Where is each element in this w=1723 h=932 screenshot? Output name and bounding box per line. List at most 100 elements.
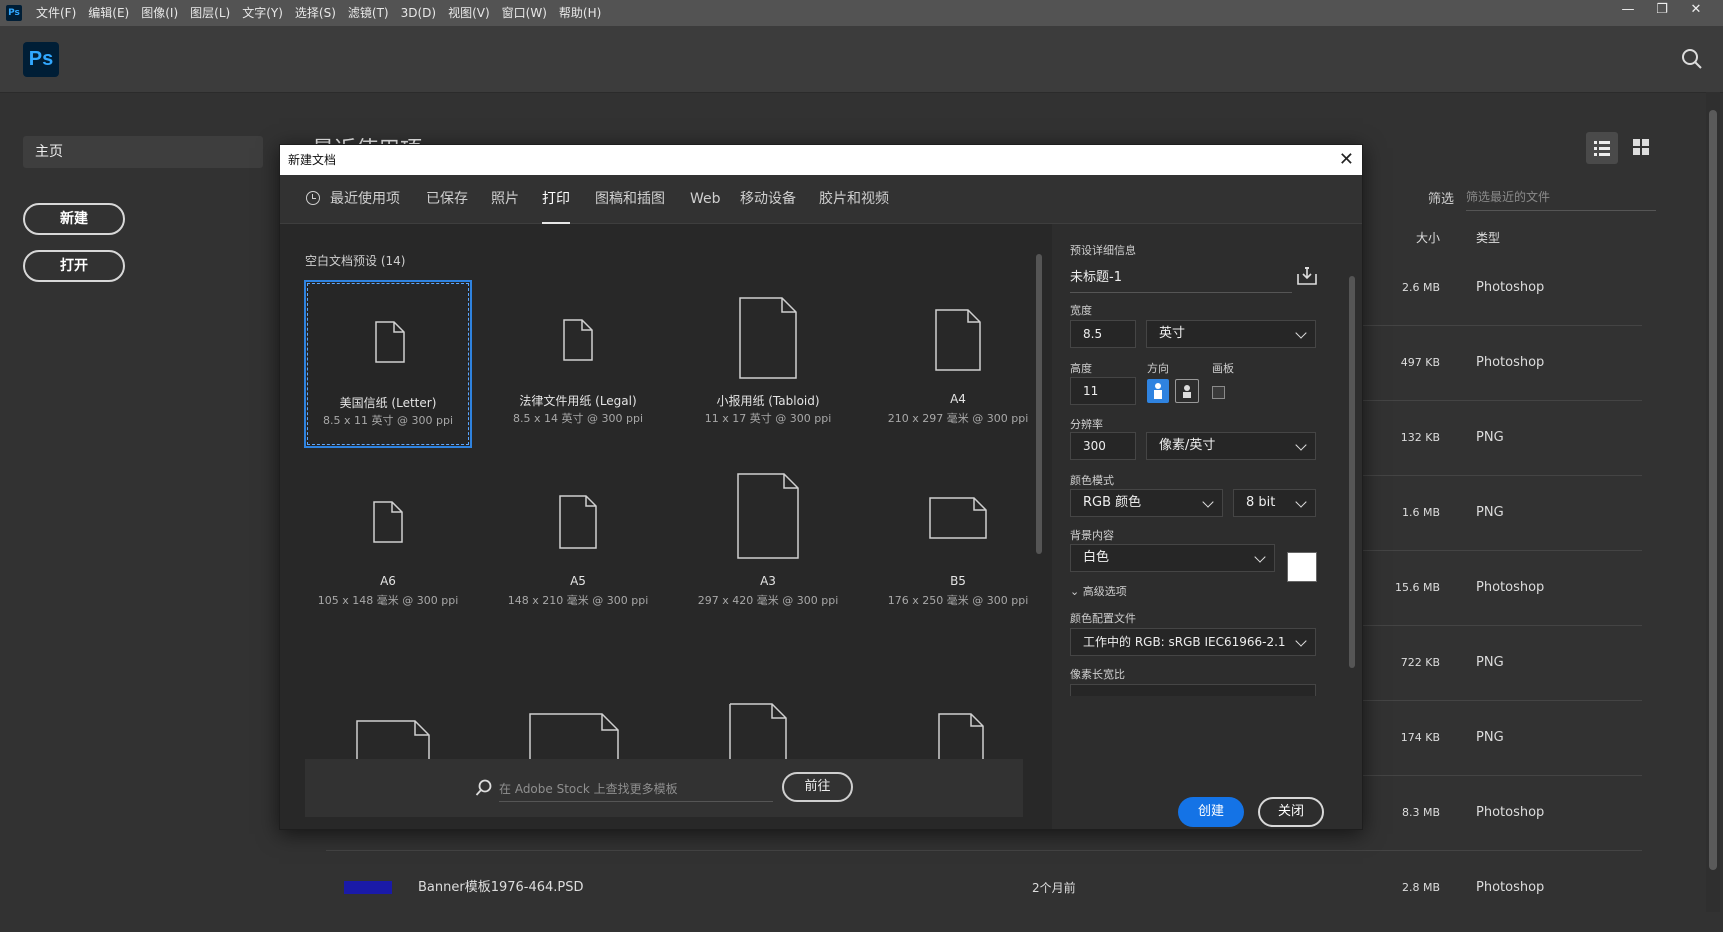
preset-a4[interactable]: A4 210 x 297 毫米 @ 300 ppi — [874, 280, 1042, 448]
menu-filter[interactable]: 滤镜(T) — [348, 0, 389, 26]
clock-icon — [306, 191, 320, 205]
presets-scrollbar[interactable] — [1033, 242, 1045, 742]
presets-panel: 空白文档预设 (14) 美国信纸 (Letter) 8.5 x 11 英寸 @ … — [280, 224, 1052, 829]
tab-saved[interactable]: 已保存 — [426, 175, 468, 223]
filter-input[interactable]: 筛选最近的文件 — [1466, 186, 1656, 211]
preset-name: 法律文件用纸 (Legal) — [519, 394, 637, 408]
document-icon — [559, 495, 597, 549]
portrait-orientation-icon[interactable] — [1147, 379, 1169, 403]
tab-photo[interactable]: 照片 — [491, 175, 519, 223]
file-size: 2.8 MB — [1401, 881, 1440, 894]
file-size: 2.6 MB — [1401, 281, 1440, 294]
preset-letter[interactable]: 美国信纸 (Letter) 8.5 x 11 英寸 @ 300 ppi — [304, 280, 472, 448]
close-button[interactable]: 关闭 — [1258, 797, 1324, 827]
width-input[interactable]: 8.5 — [1070, 320, 1136, 348]
document-icon — [563, 319, 593, 361]
preset-name: A4 — [950, 392, 966, 406]
menu-layer[interactable]: 图层(L) — [190, 0, 230, 26]
document-icon — [739, 297, 797, 379]
new-document-dialog: 新建文档 ✕ 最近使用项 已保存 照片 打印 图稿和插图 Web 移动设备 胶片… — [279, 144, 1363, 830]
background-select[interactable]: 白色 — [1070, 544, 1275, 572]
preset-name: B5 — [950, 574, 966, 588]
table-row[interactable]: Banner模板1976-464.PSD 2个月前 2.8 MB Photosh… — [326, 851, 1642, 925]
tab-recent[interactable]: 最近使用项 — [330, 175, 400, 223]
tab-web[interactable]: Web — [690, 175, 721, 223]
width-label: 宽度 — [1070, 304, 1092, 317]
new-button[interactable]: 新建 — [23, 203, 125, 235]
document-icon — [935, 309, 981, 371]
file-type: Photoshop — [1476, 280, 1545, 295]
menu-help[interactable]: 帮助(H) — [559, 0, 601, 26]
file-size: 132 KB — [1400, 431, 1440, 444]
tab-print[interactable]: 打印 — [542, 175, 570, 224]
height-label: 高度 — [1070, 362, 1092, 375]
advanced-options-toggle[interactable]: ⌄ 高级选项 — [1070, 583, 1127, 599]
filter-label: 筛选 — [1428, 192, 1455, 207]
grid-view-icon[interactable] — [1632, 138, 1650, 160]
color-mode-select[interactable]: RGB 颜色 — [1070, 489, 1223, 517]
document-name-input[interactable]: 未标题-1 — [1070, 264, 1292, 293]
close-window-icon[interactable]: ✕ — [1679, 0, 1713, 26]
close-icon[interactable]: ✕ — [1339, 145, 1354, 175]
file-type: Photoshop — [1476, 355, 1545, 370]
file-type: PNG — [1476, 505, 1504, 520]
details-scrollbar[interactable] — [1346, 264, 1358, 694]
tab-film-video[interactable]: 胶片和视频 — [819, 175, 889, 223]
resolution-input[interactable]: 300 — [1070, 432, 1136, 460]
open-button[interactable]: 打开 — [23, 250, 125, 282]
preset-dimensions: 8.5 x 14 英寸 @ 300 ppi — [513, 412, 643, 425]
orientation-label: 方向 — [1147, 362, 1169, 375]
preset-a3[interactable]: A3 297 x 420 毫米 @ 300 ppi — [684, 462, 852, 630]
background-label: 背景内容 — [1070, 529, 1114, 542]
column-header-size[interactable]: 大小 — [1416, 229, 1440, 246]
preset-legal[interactable]: 法律文件用纸 (Legal) 8.5 x 14 英寸 @ 300 ppi — [494, 280, 662, 448]
artboard-checkbox[interactable] — [1212, 386, 1225, 399]
tab-art-illustration[interactable]: 图稿和插图 — [595, 175, 665, 223]
column-header-type[interactable]: 类型 — [1476, 229, 1500, 246]
menu-type[interactable]: 文字(Y) — [242, 0, 283, 26]
menu-image[interactable]: 图像(I) — [141, 0, 178, 26]
landscape-orientation-icon[interactable] — [1175, 379, 1199, 403]
search-icon[interactable] — [1681, 48, 1703, 74]
resolution-unit-select[interactable]: 像素/英寸 — [1146, 432, 1316, 460]
preset-tabloid[interactable]: 小报用纸 (Tabloid) 11 x 17 英寸 @ 300 ppi — [684, 280, 852, 448]
bit-depth-select[interactable]: 8 bit — [1233, 489, 1316, 517]
nav-home[interactable]: 主页 — [23, 136, 263, 168]
preset-b5[interactable]: B5 176 x 250 毫米 @ 300 ppi — [874, 462, 1042, 630]
chevron-down-icon — [1295, 327, 1307, 339]
stock-search-input[interactable]: 在 Adobe Stock 上查找更多模板 — [499, 779, 773, 802]
background-color-swatch[interactable] — [1287, 552, 1317, 582]
width-unit-select[interactable]: 英寸 — [1146, 320, 1316, 348]
menu-3d[interactable]: 3D(D) — [401, 0, 436, 26]
save-preset-icon[interactable] — [1296, 266, 1318, 290]
tab-mobile[interactable]: 移动设备 — [740, 175, 796, 223]
menu-view[interactable]: 视图(V) — [448, 0, 490, 26]
pixel-aspect-select[interactable] — [1070, 684, 1316, 696]
file-type: Photoshop — [1476, 580, 1545, 595]
file-size: 15.6 MB — [1394, 581, 1440, 594]
main-scrollbar[interactable] — [1706, 92, 1720, 912]
list-view-icon[interactable] — [1586, 132, 1618, 164]
menu-edit[interactable]: 编辑(E) — [88, 0, 129, 26]
menu-select[interactable]: 选择(S) — [295, 0, 336, 26]
maximize-icon[interactable]: ❐ — [1645, 0, 1679, 26]
document-icon — [373, 501, 403, 543]
preset-name: A5 — [570, 574, 586, 588]
chevron-down-icon — [1254, 551, 1266, 563]
go-button[interactable]: 前往 — [782, 772, 853, 802]
file-size: 8.3 MB — [1401, 806, 1440, 819]
preset-a5[interactable]: A5 148 x 210 毫米 @ 300 ppi — [494, 462, 662, 630]
color-profile-select[interactable]: 工作中的 RGB: sRGB IEC61966-2.1 — [1070, 628, 1316, 656]
preset-a6[interactable]: A6 105 x 148 毫米 @ 300 ppi — [304, 462, 472, 630]
preset-details-panel: 预设详细信息 未标题-1 宽度 8.5 英寸 高度 方向 画板 11 分辨率 3… — [1052, 224, 1362, 829]
preset-dimensions: 297 x 420 毫米 @ 300 ppi — [697, 594, 839, 607]
pixel-aspect-label: 像素长宽比 — [1070, 668, 1125, 681]
home-header: Ps — [0, 26, 1723, 93]
menu-window[interactable]: 窗口(W) — [502, 0, 547, 26]
minimize-icon[interactable]: — — [1611, 0, 1645, 26]
create-button[interactable]: 创建 — [1178, 797, 1244, 827]
dialog-titlebar: 新建文档 ✕ — [280, 145, 1362, 175]
chevron-down-icon — [1295, 635, 1307, 647]
menu-file[interactable]: 文件(F) — [36, 0, 76, 26]
height-input[interactable]: 11 — [1070, 377, 1136, 405]
